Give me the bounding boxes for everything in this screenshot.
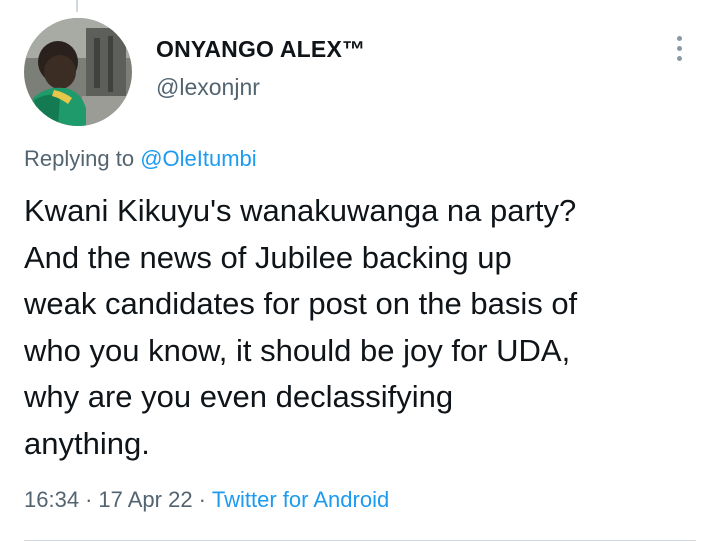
avatar-photo xyxy=(24,18,132,126)
author-display-name[interactable]: ONYANGO ALEX™ xyxy=(156,36,365,63)
tweet-text-line: who you know, it should be joy for UDA, xyxy=(24,332,571,368)
meta-separator: · xyxy=(198,487,206,512)
thread-connector-line xyxy=(76,0,78,12)
avatar[interactable] xyxy=(24,18,132,126)
author-handle[interactable]: @lexonjnr xyxy=(156,74,260,101)
reply-context-prefix: Replying to xyxy=(24,146,135,171)
tweet-source-link[interactable]: Twitter for Android xyxy=(212,487,389,512)
tweet-text-line: why are you even declassifying xyxy=(24,379,454,414)
tweet-text-line: Kwani Kikuyu's wanakuwanga na party? xyxy=(24,193,577,228)
tweet-text-line: anything. xyxy=(24,425,150,461)
divider xyxy=(24,540,696,541)
tweet-meta: 16:34 · 17 Apr 22 · Twitter for Android xyxy=(24,487,389,513)
tweet-text-line: weak candidates for post on the basis of xyxy=(24,286,578,321)
tweet-text: Kwani Kikuyu's wanakuwanga na party? And… xyxy=(24,188,704,467)
tweet-date[interactable]: 17 Apr 22 xyxy=(98,487,192,512)
reply-context: Replying to @OleItumbi xyxy=(24,146,257,172)
reply-mention-link[interactable]: @OleItumbi xyxy=(140,146,256,171)
meta-separator: · xyxy=(85,487,93,512)
tweet-time[interactable]: 16:34 xyxy=(24,487,79,512)
tweet-text-line: And the news of Jubilee backing up xyxy=(24,239,512,275)
more-options-button[interactable] xyxy=(664,28,694,68)
